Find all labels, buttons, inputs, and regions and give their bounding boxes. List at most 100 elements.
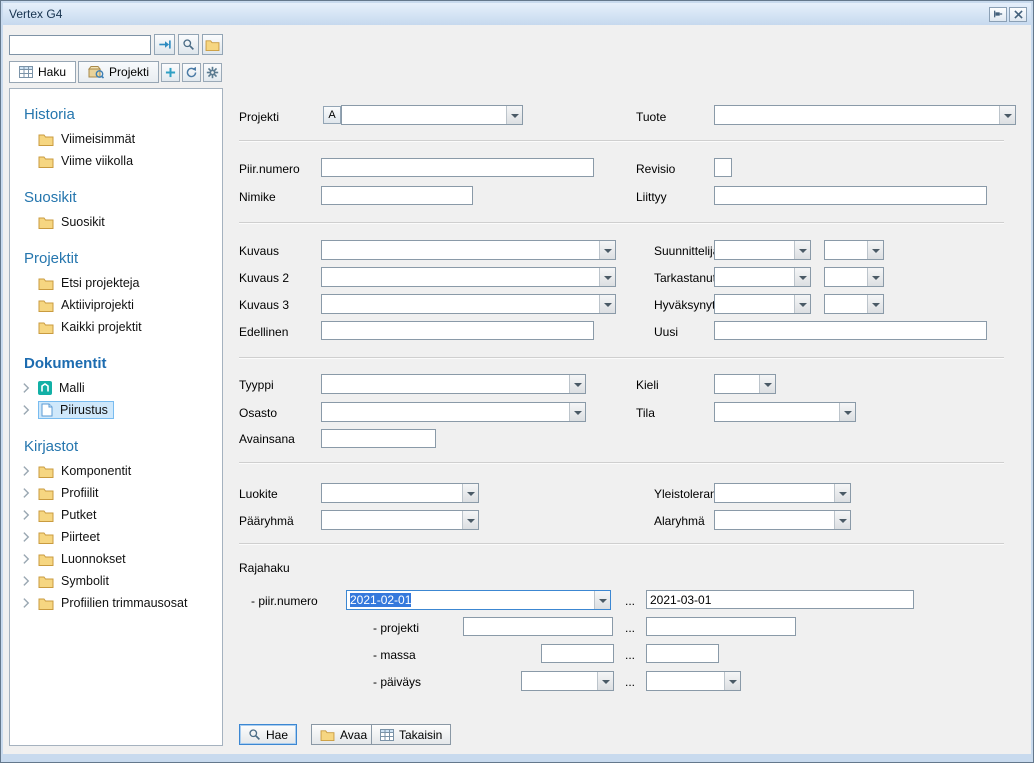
separator <box>239 140 1004 142</box>
sidebar-item-viimeisimmat[interactable]: Viimeisimmät <box>10 128 222 150</box>
kuvaus3-combobox[interactable] <box>321 294 616 314</box>
luokite-combobox[interactable] <box>321 483 479 503</box>
tyyppi-combobox[interactable] <box>321 374 586 394</box>
sidebar-item-label: Profiilit <box>61 486 99 500</box>
range-projekti-from-input[interactable] <box>463 617 613 636</box>
hyvaksynyt-combobox-2[interactable] <box>824 294 884 314</box>
hae-button[interactable]: Hae <box>239 724 297 745</box>
sidebar-item-label: Aktiiviprojekti <box>61 298 134 312</box>
range-massa-from-input[interactable] <box>541 644 614 663</box>
chevron-right-icon[interactable] <box>23 382 31 394</box>
sidebar-item-etsi-projekteja[interactable]: Etsi projekteja <box>10 272 222 294</box>
uusi-input[interactable] <box>714 321 987 340</box>
chevron-right-icon[interactable] <box>23 553 31 565</box>
close-button[interactable] <box>1009 7 1027 22</box>
range-paivays-to-combobox[interactable] <box>646 671 741 691</box>
chevron-right-icon[interactable] <box>23 404 31 416</box>
tarkastanut-combobox-2[interactable] <box>824 267 884 287</box>
titlebar: Vertex G4 <box>3 3 1031 25</box>
edellinen-input[interactable] <box>321 321 594 340</box>
separator <box>239 222 1004 224</box>
separator <box>239 543 1004 545</box>
chevron-down-icon <box>839 403 855 421</box>
tab-haku[interactable]: Haku <box>9 61 76 83</box>
suunnittelija-label: Suunnittelija <box>654 244 719 258</box>
range-projekti-to-input[interactable] <box>646 617 796 636</box>
search-button[interactable] <box>178 34 199 55</box>
nimike-input[interactable] <box>321 186 473 205</box>
sidebar-item-aktiiviprojekti[interactable]: Aktiiviprojekti <box>10 294 222 316</box>
tab-projekti[interactable]: Projekti <box>78 61 159 83</box>
sidebar-item-label: Symbolit <box>61 574 109 588</box>
settings-button[interactable] <box>203 63 222 82</box>
sidebar-item-luonnokset[interactable]: Luonnokset <box>10 548 222 570</box>
osasto-combobox[interactable] <box>321 402 586 422</box>
search-input[interactable] <box>9 35 151 55</box>
chevron-down-icon <box>462 511 478 529</box>
range-piirnumero-from-combobox[interactable]: 2021-02-01 <box>346 590 611 610</box>
projekti-combobox[interactable] <box>341 105 523 125</box>
sidebar-item-putket[interactable]: Putket <box>10 504 222 526</box>
separator <box>239 357 1004 359</box>
chevron-down-icon <box>794 268 810 286</box>
search-form: Projekti A Tuote Piir.numero Revisio Nim… <box>223 88 1025 746</box>
sidebar-item-malli[interactable]: Malli <box>10 377 222 399</box>
kuvaus-combobox[interactable] <box>321 240 616 260</box>
refresh-button[interactable] <box>182 63 201 82</box>
sidebar-item-symbolit[interactable]: Symbolit <box>10 570 222 592</box>
add-tab-button[interactable] <box>161 63 180 82</box>
chevron-right-icon[interactable] <box>23 465 31 477</box>
range-paivays-from-combobox[interactable] <box>521 671 614 691</box>
range-piirnumero-from-value: 2021-02-01 <box>350 593 411 607</box>
avainsana-input[interactable] <box>321 429 436 448</box>
folder-icon <box>205 39 220 51</box>
avaa-button[interactable]: Avaa <box>311 724 376 745</box>
alaryhma-combobox[interactable] <box>714 510 851 530</box>
liittyy-input[interactable] <box>714 186 987 205</box>
chevron-right-icon[interactable] <box>23 487 31 499</box>
sidebar-item-profiilit[interactable]: Profiilit <box>10 482 222 504</box>
kuvaus2-combobox[interactable] <box>321 267 616 287</box>
sidebar-item-komponentit[interactable]: Komponentit <box>10 460 222 482</box>
sidebar: Historia Viimeisimmät Viime viikolla Suo… <box>9 88 223 746</box>
tuote-combobox[interactable] <box>714 105 1016 125</box>
tarkastanut-combobox[interactable] <box>714 267 811 287</box>
main-body: Historia Viimeisimmät Viime viikolla Suo… <box>9 88 1025 746</box>
sidebar-item-viime-viikolla[interactable]: Viime viikolla <box>10 150 222 172</box>
drawing-icon <box>41 403 53 417</box>
chevron-right-icon[interactable] <box>23 597 31 609</box>
sidebar-item-suosikit[interactable]: Suosikit <box>10 211 222 233</box>
sidebar-item-kaikki-projektit[interactable]: Kaikki projektit <box>10 316 222 338</box>
chevron-right-icon[interactable] <box>23 509 31 521</box>
pin-button[interactable] <box>989 7 1007 22</box>
chevron-down-icon <box>794 295 810 313</box>
piir-numero-input[interactable] <box>321 158 594 177</box>
kieli-combobox[interactable] <box>714 374 776 394</box>
revisio-input[interactable] <box>714 158 732 177</box>
sidebar-item-label: Komponentit <box>61 464 131 478</box>
luokite-label: Luokite <box>239 487 278 501</box>
revisio-label: Revisio <box>636 162 675 176</box>
sidebar-item-profiilien-trimmausosat[interactable]: Profiilien trimmausosat <box>10 592 222 614</box>
go-button[interactable] <box>154 34 175 55</box>
gear-icon <box>206 66 219 79</box>
takaisin-button[interactable]: Takaisin <box>371 724 451 745</box>
range-piirnumero-to-input[interactable] <box>646 590 914 609</box>
range-projekti-label: - projekti <box>373 621 419 635</box>
avainsana-label: Avainsana <box>239 432 295 446</box>
yleistoleranssi-combobox[interactable] <box>714 483 851 503</box>
chevron-right-icon[interactable] <box>23 575 31 587</box>
suunnittelija-combobox-2[interactable] <box>824 240 884 260</box>
projekti-a-button[interactable]: A <box>323 106 341 124</box>
sidebar-item-piirteet[interactable]: Piirteet <box>10 526 222 548</box>
suunnittelija-combobox[interactable] <box>714 240 811 260</box>
tila-combobox[interactable] <box>714 402 856 422</box>
paaryhma-combobox[interactable] <box>321 510 479 530</box>
range-massa-to-input[interactable] <box>646 644 719 663</box>
sidebar-item-label: Profiilien trimmausosat <box>61 596 187 610</box>
sidebar-item-piirustus[interactable]: Piirustus <box>10 399 222 421</box>
open-folder-button[interactable] <box>202 34 223 55</box>
chevron-right-icon[interactable] <box>23 531 31 543</box>
chevron-down-icon <box>999 106 1015 124</box>
hyvaksynyt-combobox[interactable] <box>714 294 811 314</box>
